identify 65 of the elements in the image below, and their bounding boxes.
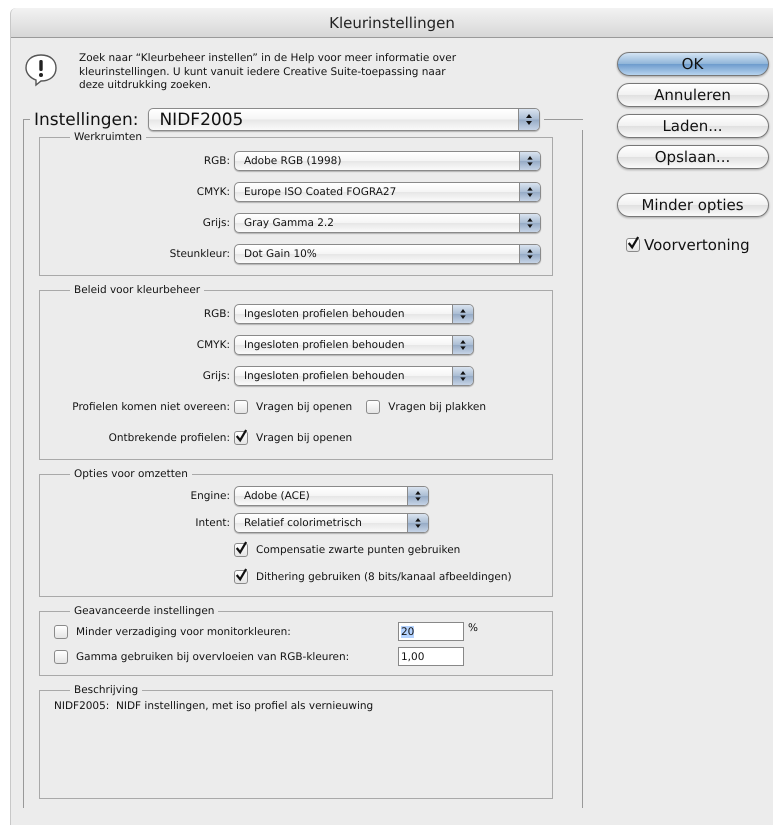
checkbox[interactable] xyxy=(366,400,380,414)
dropdown-select[interactable]: Ingesloten profielen behouden xyxy=(234,334,474,354)
input-field[interactable]: 1,00 xyxy=(398,647,464,666)
field-label: Profielen komen niet overeen: xyxy=(71,400,231,412)
field-label: Ontbrekende profielen: xyxy=(108,432,231,444)
checkbox[interactable] xyxy=(626,238,640,252)
checkbox-label: Minder verzadiging voor monitorkleuren: xyxy=(76,626,291,638)
dropdown-select[interactable]: Adobe RGB (1998) xyxy=(234,150,541,170)
input-field[interactable]: 20 xyxy=(398,622,464,641)
checkbox-label: Vragen bij openen xyxy=(256,432,352,444)
updown-arrows-icon xyxy=(452,336,473,354)
checkbox-label: Gamma gebruiken bij overvloeien van RGB-kleuren: xyxy=(76,650,350,662)
updown-arrows-icon xyxy=(407,514,428,532)
updown-arrows-icon xyxy=(519,244,540,262)
checkbox-label: Voorvertoning xyxy=(644,236,750,254)
field-label: Engine: xyxy=(189,490,231,502)
checkbox[interactable] xyxy=(234,570,248,584)
dialog-button[interactable]: Minder opties xyxy=(616,193,768,217)
checkbox-label: Vragen bij plakken xyxy=(388,400,486,412)
dialog-button[interactable]: Opslaan... xyxy=(616,145,768,169)
dialog-button[interactable]: OK xyxy=(616,52,768,76)
dropdown-select[interactable]: NIDF2005 xyxy=(148,108,540,131)
dropdown-select[interactable]: Adobe (ACE) xyxy=(234,486,429,506)
dropdown-select[interactable]: Ingesloten profielen behouden xyxy=(234,304,474,324)
updown-arrows-icon xyxy=(407,486,428,504)
dropdown-select[interactable]: Gray Gamma 2.2 xyxy=(234,212,541,232)
checkbox[interactable] xyxy=(234,400,248,414)
dialog-button[interactable]: Annuleren xyxy=(616,83,768,107)
field-label: CMYK: xyxy=(196,186,231,198)
checkbox[interactable] xyxy=(54,650,68,664)
updown-arrows-icon xyxy=(518,109,540,130)
group-title: Beschrijving xyxy=(73,684,140,696)
checkbox[interactable] xyxy=(234,542,248,556)
help-text: Zoek naar “Kleurbeheer instellen” in de Help voor meer informatie over kleurinstellingen. U kunt vanuit iedere Creative Suite-toepassing naar deze uitdrukking zoeken. xyxy=(79,52,458,92)
window-title: Kleurinstellingen xyxy=(329,14,455,32)
field-label: RGB: xyxy=(202,308,231,320)
dropdown-select[interactable]: Dot Gain 10% xyxy=(234,244,541,264)
field-label: Grijs: xyxy=(202,216,231,228)
dropdown-select[interactable]: Europe ISO Coated FOGRA27 xyxy=(234,182,541,202)
dropdown-select[interactable]: Relatief colorimetrisch xyxy=(234,512,429,532)
group-title: Beleid voor kleurbeheer xyxy=(73,284,202,296)
checkbox-label: Vragen bij openen xyxy=(256,400,352,412)
description-text: NIDF2005: NIDF instellingen, met iso profiel als vernieuwing xyxy=(54,699,374,714)
unit-label: % xyxy=(468,622,478,634)
updown-arrows-icon xyxy=(519,152,540,170)
updown-arrows-icon xyxy=(452,366,473,384)
checkbox-label: Dithering gebruiken (8 bits/kanaal afbeeldingen) xyxy=(256,570,512,582)
checkbox[interactable] xyxy=(234,430,248,444)
group-title: Werkruimten xyxy=(73,131,143,143)
field-label: RGB: xyxy=(202,154,231,166)
group-title: Opties voor omzetten xyxy=(73,468,189,480)
updown-arrows-icon xyxy=(519,214,540,232)
field-label: CMYK: xyxy=(196,338,231,350)
field-label: Grijs: xyxy=(202,370,231,382)
dropdown-select[interactable]: Ingesloten profielen behouden xyxy=(234,366,474,386)
updown-arrows-icon xyxy=(519,182,540,200)
settings-label: Instellingen: xyxy=(34,110,138,130)
dialog-button[interactable]: Laden... xyxy=(616,114,768,138)
updown-arrows-icon xyxy=(452,304,473,322)
field-label: Steunkleur: xyxy=(168,248,231,260)
group-title: Geavanceerde instellingen xyxy=(73,605,216,617)
checkbox[interactable] xyxy=(54,624,68,638)
checkbox-label: Compensatie zwarte punten gebruiken xyxy=(256,544,460,556)
field-label: Intent: xyxy=(194,516,231,528)
alert-icon xyxy=(23,52,59,88)
